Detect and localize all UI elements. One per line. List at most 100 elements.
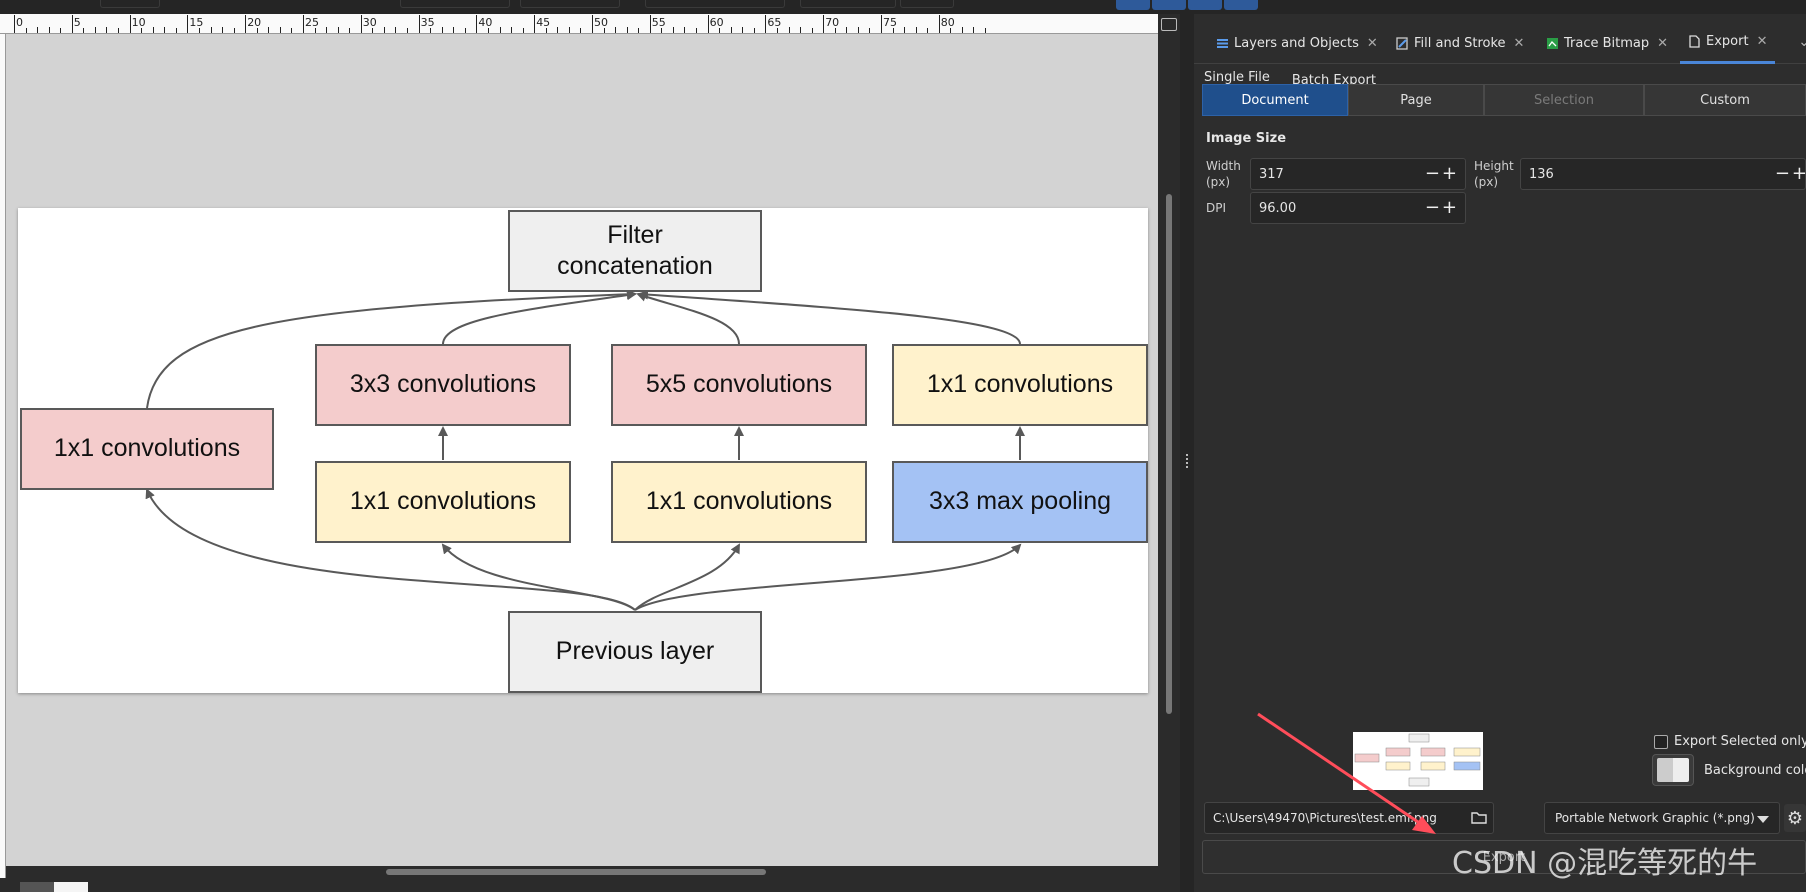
toolbar-control[interactable]: [100, 0, 160, 8]
toolbar-blue-button[interactable]: [1116, 0, 1150, 10]
area-document-button[interactable]: Document: [1202, 84, 1348, 116]
previous-layer-box[interactable]: Previous layer: [508, 611, 762, 693]
toolbar-blue-button[interactable]: [1224, 0, 1258, 10]
area-page-button[interactable]: Page: [1348, 84, 1484, 116]
ruler-minor-tick: [742, 27, 744, 33]
connector-prev-to-row2-0: [441, 543, 636, 611]
chevron-down-icon: [1757, 816, 1769, 823]
ruler-minor-tick: [950, 28, 952, 33]
close-icon[interactable]: ✕: [1657, 36, 1668, 51]
preview-image: [1354, 733, 1481, 787]
ruler-major-tick: [14, 15, 15, 33]
ruler-label: 70: [825, 16, 840, 29]
export-path-value: C:\Users\49470\Pictures\test.emf.png: [1213, 811, 1437, 825]
chevron-down-icon[interactable]: ⌄: [1798, 34, 1806, 50]
toolbar-control[interactable]: [520, 0, 620, 8]
dock-splitter[interactable]: [1180, 14, 1194, 892]
ruler-minor-tick: [857, 27, 859, 33]
file-format-dropdown[interactable]: Portable Network Graphic (*.png): [1544, 802, 1780, 834]
fill-swatch[interactable]: [20, 882, 54, 892]
dpi-field[interactable]: 96.00 −+: [1250, 192, 1466, 224]
close-icon[interactable]: ✕: [1757, 34, 1768, 49]
ruler-minor-tick: [846, 27, 848, 33]
color-swatch-icon: [1657, 758, 1689, 782]
ruler-minor-tick: [730, 27, 732, 33]
height-field[interactable]: 136 −+: [1520, 158, 1806, 190]
stroke-swatch[interactable]: [54, 882, 88, 892]
width-stepper[interactable]: −+: [1425, 165, 1459, 183]
ruler-label: 10: [131, 16, 146, 29]
vertical-scrollbar[interactable]: [1166, 194, 1172, 714]
ruler-minor-tick: [464, 28, 466, 33]
splitter-handle-icon[interactable]: [1186, 454, 1188, 468]
ruler-major-tick: [823, 15, 825, 33]
ruler-minor-tick: [788, 27, 790, 33]
ruler-label: 55: [651, 16, 666, 29]
ruler-major-tick: [476, 15, 478, 33]
tab-fill-stroke[interactable]: Fill and Stroke ✕: [1388, 22, 1532, 64]
conv-3x3-box[interactable]: 3x3 convolutions: [315, 344, 571, 426]
inkscape-window: 0 5 10 15 20 25 30 35 40 45 50 55 60 65 70 75 80: [0, 0, 1806, 892]
ruler-label: 30: [362, 16, 377, 29]
export-selected-only-label: Export Selected only: [1674, 734, 1806, 749]
ruler-label: 35: [420, 16, 435, 29]
toolbar-blue-button[interactable]: [1152, 0, 1186, 10]
tab-label: Export: [1706, 34, 1749, 49]
ruler-major-tick: [707, 15, 709, 33]
display-mode-icon[interactable]: [1161, 18, 1177, 31]
trace-bitmap-icon: [1547, 37, 1558, 49]
dpi-label: DPI: [1206, 201, 1227, 215]
export-settings-gear-icon[interactable]: ⚙: [1784, 804, 1806, 832]
horizontal-scrollbar-track: [6, 866, 1158, 878]
folder-open-icon[interactable]: [1471, 811, 1487, 824]
area-custom-button[interactable]: Custom: [1644, 84, 1806, 116]
ruler-major-tick: [303, 15, 304, 33]
toolbar-control[interactable]: [400, 0, 510, 8]
tab-export[interactable]: Export ✕: [1680, 22, 1776, 64]
height-label: Height (px): [1474, 159, 1514, 189]
tab-trace-bitmap[interactable]: Trace Bitmap ✕: [1538, 22, 1676, 64]
connector-row1-1-to-top: [636, 291, 740, 345]
area-selection-button[interactable]: Selection: [1484, 84, 1644, 116]
conv-5x5-box[interactable]: 5x5 convolutions: [611, 344, 867, 426]
fill-stroke-icon: [1396, 36, 1408, 50]
conv-1x1-pool-box[interactable]: 1x1 convolutions: [892, 344, 1148, 426]
left-conv-box[interactable]: 1x1 convolutions: [20, 408, 274, 490]
close-icon[interactable]: ✕: [1367, 36, 1378, 51]
ruler-minor-tick: [152, 27, 154, 33]
file-format-value: Portable Network Graphic (*.png): [1555, 811, 1755, 825]
toolbar-control[interactable]: [800, 0, 896, 8]
ruler-minor-tick: [684, 27, 686, 33]
ruler-minor-tick: [175, 28, 177, 33]
ruler-minor-tick: [37, 27, 39, 33]
horizontal-scrollbar[interactable]: [386, 869, 766, 875]
toolbar-blue-button[interactable]: [1188, 0, 1222, 10]
ruler-minor-tick: [349, 28, 351, 33]
export-path-field[interactable]: C:\Users\49470\Pictures\test.emf.png: [1204, 802, 1494, 834]
ruler-minor-tick: [141, 28, 143, 33]
dock-tabs: Layers and Objects ✕ Fill and Stroke ✕ Tra…: [1194, 22, 1806, 64]
ruler-minor-tick: [904, 27, 906, 33]
reduce-1x1-a-box[interactable]: 1x1 convolutions: [315, 461, 571, 543]
height-stepper[interactable]: −+: [1775, 165, 1806, 183]
close-icon[interactable]: ✕: [1514, 36, 1525, 51]
max-pooling-box[interactable]: 3x3 max pooling: [892, 461, 1148, 543]
background-color-button[interactable]: [1652, 754, 1694, 786]
reduce-1x1-b-box[interactable]: 1x1 convolutions: [611, 461, 867, 543]
tab-layers-objects[interactable]: Layers and Objects ✕: [1208, 22, 1386, 64]
dpi-stepper[interactable]: −+: [1425, 199, 1459, 217]
ruler-minor-tick: [83, 28, 85, 33]
ruler-minor-tick: [834, 28, 836, 33]
toolbar-control[interactable]: [645, 0, 785, 8]
width-field[interactable]: 317 −+: [1250, 158, 1466, 190]
export-area-selector: Document Page Selection Custom: [1202, 84, 1806, 116]
document-page[interactable]: Filter concatenation 1x1 convolutions 3x…: [18, 208, 1148, 693]
filter-concatenation-box[interactable]: Filter concatenation: [508, 210, 762, 292]
height-value: 136: [1529, 166, 1554, 182]
export-selected-only-row[interactable]: Export Selected only: [1654, 734, 1806, 749]
toolbar-control[interactable]: [900, 0, 954, 8]
ruler-minor-tick: [568, 27, 570, 33]
ruler-label: 40: [478, 16, 493, 29]
ruler-minor-tick: [499, 27, 501, 33]
export-selected-only-checkbox[interactable]: [1654, 734, 1668, 749]
